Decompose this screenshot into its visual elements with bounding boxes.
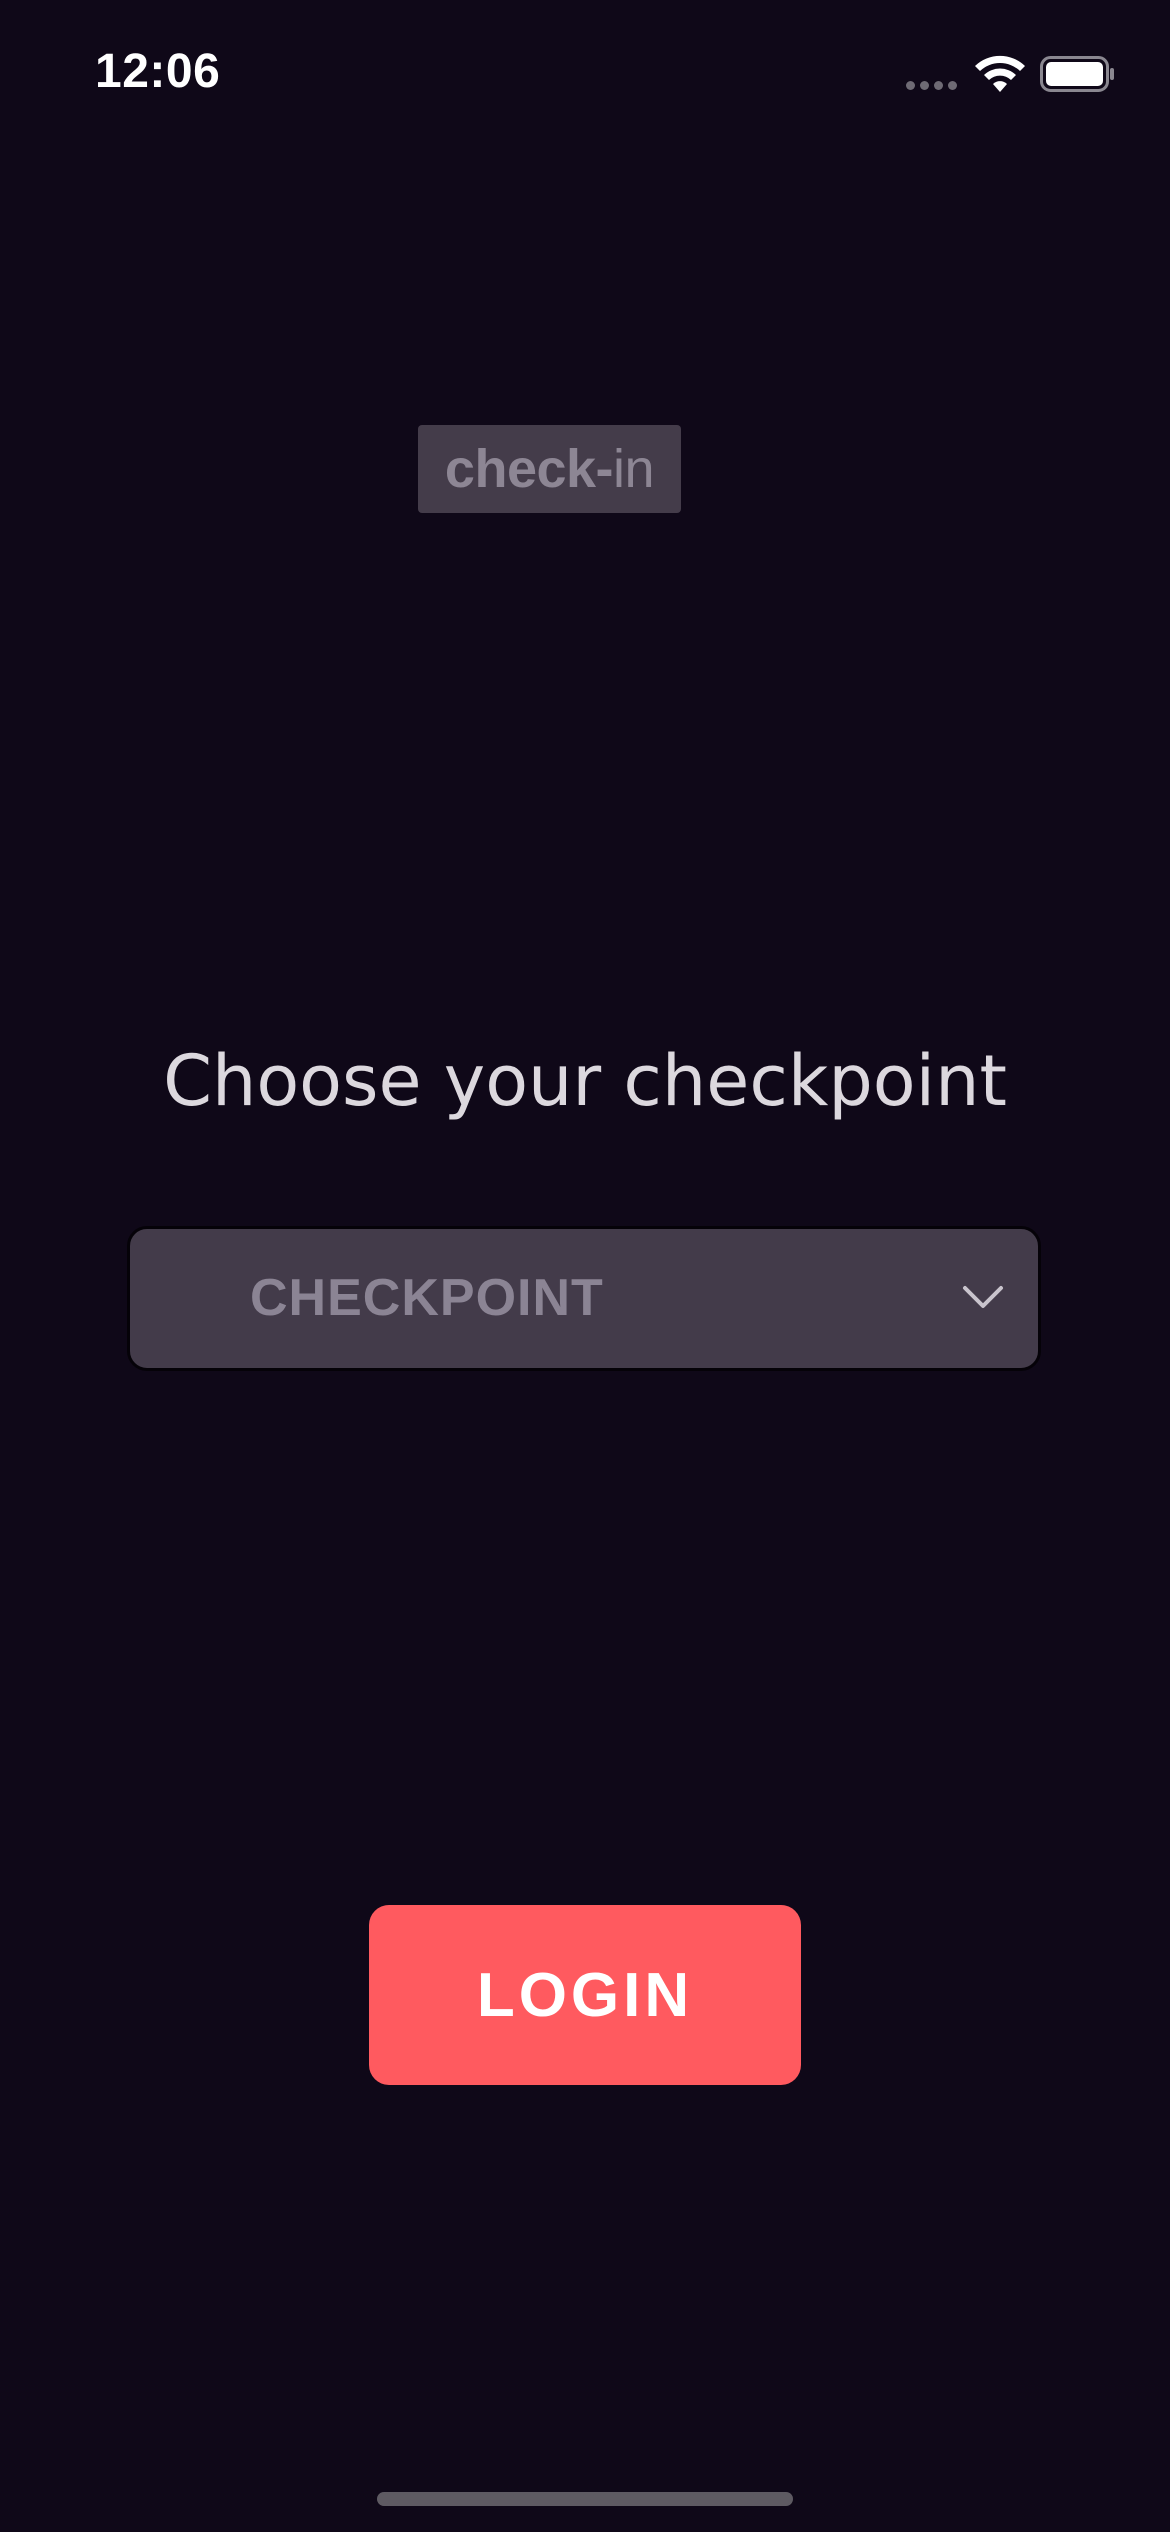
login-button[interactable]: LOGIN	[369, 1905, 801, 2085]
page-title: Choose your checkpoint	[163, 1040, 1007, 1122]
home-indicator[interactable]	[377, 2492, 793, 2506]
check-in-logo: check-in	[418, 425, 681, 513]
chevron-down-icon	[963, 1286, 1003, 1308]
status-bar: 12:06	[0, 0, 1170, 150]
wifi-icon	[975, 55, 1025, 92]
signal-dots-icon	[906, 81, 960, 91]
checkpoint-select[interactable]: CHECKPOINT	[127, 1226, 1041, 1371]
checkpoint-select-placeholder: CHECKPOINT	[250, 1269, 604, 1327]
logo-bold-text: check-	[444, 439, 614, 499]
status-time: 12:06	[95, 45, 221, 98]
logo-light-text: in	[613, 439, 655, 499]
battery-icon	[1040, 56, 1114, 92]
checkpoint-login-screen: 12:06 check-in Choose your checkpoint CH…	[0, 0, 1170, 2532]
